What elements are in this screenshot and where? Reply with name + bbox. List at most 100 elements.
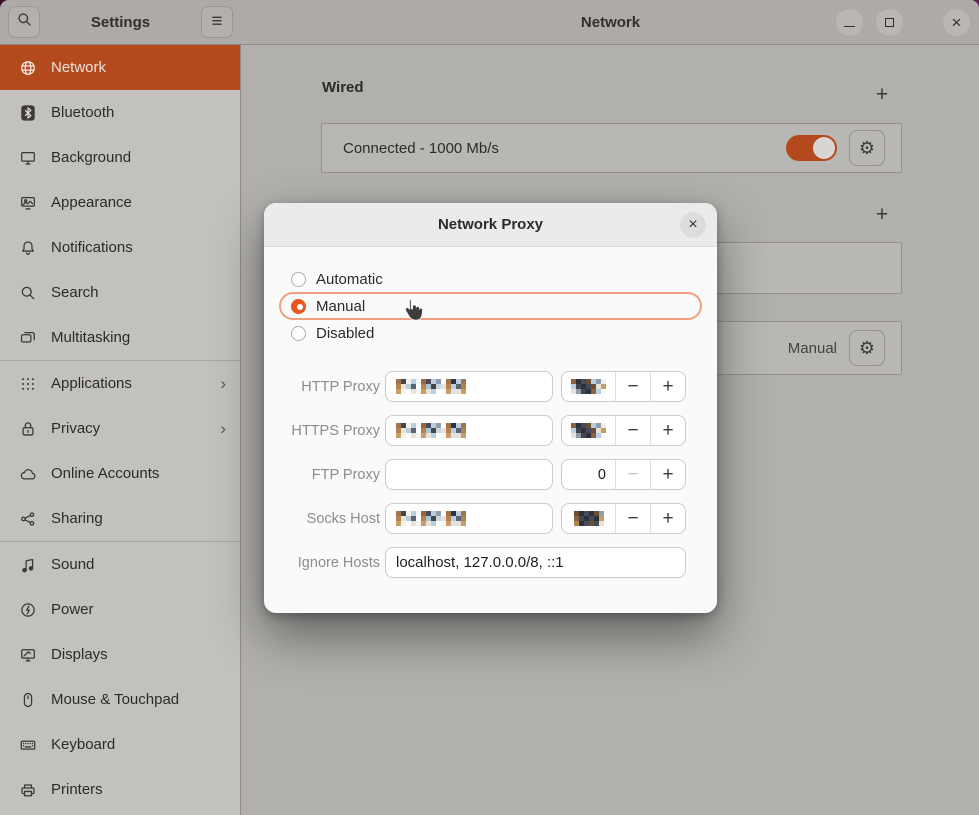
sidebar-item-label: Mouse & Touchpad (51, 691, 179, 708)
minimize-button[interactable] (836, 9, 863, 36)
ftp-proxy-input[interactable] (385, 459, 553, 490)
chevron-right-icon: › (220, 374, 226, 394)
sidebar-item-label: Sharing (51, 510, 103, 527)
http-port-decrement-button[interactable]: − (615, 372, 650, 401)
add-vpn-button[interactable]: + (870, 203, 894, 227)
online-accounts-icon (19, 465, 37, 483)
proxy-option-manual[interactable]: Manual (279, 292, 702, 320)
http-proxy-row: HTTP Proxy − + (286, 371, 702, 402)
option-label: Automatic (316, 271, 383, 288)
https-proxy-input[interactable] (385, 415, 553, 446)
proxy-method-value: Manual (788, 340, 837, 357)
sidebar-item-sound[interactable]: Sound (0, 542, 240, 587)
option-label: Disabled (316, 325, 374, 342)
sidebar-item-network[interactable]: Network (0, 45, 240, 90)
https-port-increment-button[interactable]: + (650, 416, 685, 445)
socks-host-input[interactable] (385, 503, 553, 534)
sidebar-item-label: Keyboard (51, 736, 115, 753)
headerbar-main-section: Network × (242, 0, 979, 44)
sidebar-item-label: Bluetooth (51, 104, 114, 121)
page-title: Network (242, 0, 979, 44)
http-proxy-port-input[interactable] (562, 372, 615, 401)
hamburger-icon: ≡ (211, 11, 222, 33)
socks-host-label: Socks Host (286, 511, 380, 527)
wired-settings-button[interactable]: ⚙ (849, 130, 885, 166)
notifications-icon (19, 239, 37, 257)
plus-icon: + (876, 83, 888, 107)
https-proxy-row: HTTPS Proxy − + (286, 415, 702, 446)
sidebar-item-privacy[interactable]: Privacy› (0, 406, 240, 451)
sidebar-item-sharing[interactable]: Sharing (0, 496, 240, 541)
socks-port-decrement-button[interactable]: − (615, 504, 650, 533)
minus-icon: − (627, 464, 638, 486)
sidebar-item-background[interactable]: Background (0, 135, 240, 180)
wired-section-heading: Wired (322, 79, 364, 96)
sidebar-item-applications[interactable]: Applications › (0, 361, 240, 406)
sidebar-item-label: Displays (51, 646, 108, 663)
redacted-port-value (574, 511, 604, 526)
sidebar-item-label: Applications (51, 375, 132, 392)
ftp-port-decrement-button: − (615, 460, 650, 489)
http-proxy-input[interactable] (385, 371, 553, 402)
minus-icon: − (627, 420, 638, 442)
add-wired-button[interactable]: + (870, 83, 894, 107)
https-proxy-label: HTTPS Proxy (286, 423, 380, 439)
close-window-button[interactable]: × (943, 9, 970, 36)
https-proxy-port-input[interactable] (562, 416, 615, 445)
maximize-button[interactable] (876, 9, 903, 36)
sidebar-item-power[interactable]: Power (0, 587, 240, 632)
sidebar-item-appearance[interactable]: Appearance (0, 180, 240, 225)
sharing-icon (19, 510, 37, 528)
sidebar-item-label: Printers (51, 781, 103, 798)
socks-port-increment-button[interactable]: + (650, 504, 685, 533)
ftp-proxy-label: FTP Proxy (286, 467, 380, 483)
sidebar-item-bluetooth[interactable]: Bluetooth (0, 90, 240, 135)
minus-icon: − (627, 376, 638, 398)
keyboard-icon (19, 736, 37, 754)
redacted-host-value (396, 511, 466, 526)
sidebar-item-notifications[interactable]: Notifications (0, 225, 240, 270)
appearance-icon (19, 194, 37, 212)
socks-host-row: Socks Host − + (286, 503, 702, 534)
sound-icon (19, 556, 37, 574)
proxy-option-automatic[interactable]: Automatic (279, 266, 702, 292)
socks-port-input[interactable] (562, 504, 615, 533)
sidebar-item-multitasking[interactable]: Multitasking (0, 315, 240, 360)
plus-icon: + (662, 508, 673, 530)
sidebar-item-displays[interactable]: Displays (0, 632, 240, 677)
ignore-hosts-row: Ignore Hosts localhost, 127.0.0.0/8, ::1 (286, 547, 702, 578)
wired-toggle[interactable] (786, 135, 837, 161)
menu-button[interactable]: ≡ (201, 6, 233, 38)
sidebar-item-online-accounts[interactable]: Online Accounts (0, 451, 240, 496)
printers-icon (19, 781, 37, 799)
sidebar-item-keyboard[interactable]: Keyboard (0, 722, 240, 767)
headerbar-sidebar-section: Settings ≡ (0, 0, 241, 44)
ignore-hosts-label: Ignore Hosts (286, 555, 380, 571)
sidebar-item-label: Notifications (51, 239, 133, 256)
close-icon: × (688, 216, 697, 234)
settings-window: Settings ≡ Network × Network Bluetooth Bac… (0, 0, 979, 815)
dialog-body: Automatic Manual Disabled HTTP Proxy (264, 247, 717, 578)
redacted-port-value (571, 423, 606, 438)
search-icon (19, 284, 37, 302)
http-proxy-label: HTTP Proxy (286, 379, 380, 395)
proxy-option-disabled[interactable]: Disabled (279, 320, 702, 346)
sidebar-item-printers[interactable]: Printers (0, 767, 240, 812)
sidebar-item-mouse[interactable]: Mouse & Touchpad (0, 677, 240, 722)
proxy-settings-button[interactable]: ⚙ (849, 330, 885, 366)
sidebar-item-search[interactable]: Search (0, 270, 240, 315)
sidebar-nav: Network Bluetooth BackgroundAppearance Noti… (0, 45, 241, 815)
https-port-decrement-button[interactable]: − (615, 416, 650, 445)
sidebar-item-label: Network (51, 59, 106, 76)
ignore-hosts-input[interactable]: localhost, 127.0.0.0/8, ::1 (385, 547, 686, 578)
ftp-proxy-port-input[interactable]: 0 (562, 460, 615, 489)
dialog-close-button[interactable]: × (680, 212, 706, 238)
sidebar-item-label: Online Accounts (51, 465, 159, 482)
redacted-host-value (396, 379, 466, 394)
ftp-port-increment-button[interactable]: + (650, 460, 685, 489)
http-port-increment-button[interactable]: + (650, 372, 685, 401)
https-proxy-port-spinner: − + (561, 415, 686, 446)
wired-connection-row: Connected - 1000 Mb/s ⚙ (321, 123, 902, 173)
multitasking-icon (19, 329, 37, 347)
radio-checked-icon (291, 299, 306, 314)
